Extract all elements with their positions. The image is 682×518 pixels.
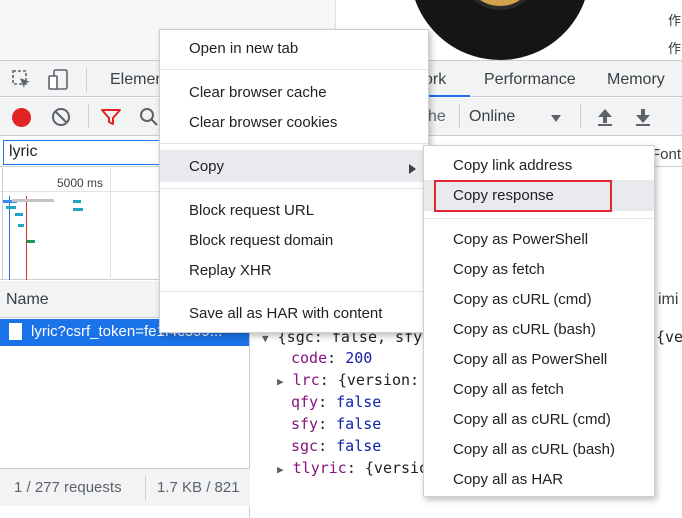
menu-separator (160, 188, 428, 189)
timeline-bar (6, 206, 16, 209)
expand-triangle-icon[interactable]: ▶ (277, 463, 284, 476)
preview-prop-qfy: qfy: false (291, 393, 382, 411)
preview-prop-sgc: sgc: false (291, 437, 382, 455)
column-header-name[interactable]: Name (6, 291, 49, 309)
record-button[interactable] (12, 108, 31, 127)
menu-item-block-url[interactable]: Block request URL (189, 202, 314, 219)
menu-item-copy-all-curl-bash[interactable]: Copy all as cURL (bash) (453, 441, 615, 458)
timeline-bar (15, 213, 23, 216)
status-size: 1.7 KB / 821 (157, 479, 240, 496)
timeline-gridline-2 (2, 168, 3, 280)
clear-icon[interactable] (51, 107, 71, 127)
menu-separator (424, 218, 654, 219)
menu-item-copy-as-curl-bash[interactable]: Copy as cURL (bash) (453, 321, 596, 338)
side-text-2: 作 (668, 41, 682, 56)
prop-value: {versio (364, 459, 429, 477)
preview-prop-sfy: sfy: false (291, 415, 382, 433)
tab-memory[interactable]: Memory (607, 71, 665, 89)
menu-item-copy-all-curl-cmd[interactable]: Copy all as cURL (cmd) (453, 411, 611, 428)
menu-item-copy-as-curl-cmd[interactable]: Copy as cURL (cmd) (453, 291, 592, 308)
tab-divider (86, 68, 87, 92)
submenu-arrow-icon (408, 161, 416, 174)
tab-elements[interactable]: Elemen (110, 71, 164, 89)
menu-item-save-har[interactable]: Save all as HAR with content (189, 305, 382, 322)
throttling-select[interactable]: Online (469, 108, 515, 126)
document-icon (9, 323, 22, 340)
toolbar-divider-3 (580, 104, 581, 128)
tab-performance[interactable]: Performance (484, 71, 576, 89)
menu-item-open-new-tab[interactable]: Open in new tab (189, 40, 298, 57)
prop-value: false (336, 415, 382, 433)
column-header-timing[interactable]: imi (658, 291, 678, 309)
import-har-icon[interactable] (595, 106, 615, 128)
menu-separator (160, 69, 428, 70)
prop-value: false (336, 437, 382, 455)
timeline-gridline (110, 168, 111, 280)
timeline-bar (18, 224, 24, 227)
expand-triangle-icon[interactable]: ▶ (277, 375, 284, 388)
filter-input[interactable]: lyric (3, 140, 163, 165)
prop-key: sfy (291, 415, 319, 433)
preview-prop-tlyric[interactable]: ▶ tlyric: {versio (277, 459, 428, 477)
prop-value: 200 (345, 349, 373, 367)
menu-item-clear-cookies[interactable]: Clear browser cookies (189, 114, 337, 131)
timeline-tick-label: 5000 ms (57, 176, 104, 190)
prop-key: tlyric (292, 459, 347, 477)
timeline-bar (73, 200, 81, 203)
disable-cache-label-fragment: he (428, 108, 446, 125)
prop-key: sgc (291, 437, 319, 455)
dropdown-arrow-icon[interactable] (550, 110, 562, 122)
preview-prop-lrc[interactable]: ▶ lrc: {version: (277, 371, 419, 389)
toolbar-divider (88, 104, 89, 128)
menu-item-copy-link-address[interactable]: Copy link address (453, 157, 572, 174)
prop-value: false (336, 393, 382, 411)
side-text-1: 作 (668, 13, 682, 28)
menu-item-copy-as-powershell[interactable]: Copy as PowerShell (453, 231, 588, 248)
device-toolbar-icon[interactable] (48, 69, 70, 91)
menu-separator (160, 143, 428, 144)
timeline-bar (12, 199, 54, 202)
prop-key: code (291, 349, 328, 367)
menu-item-clear-cache[interactable]: Clear browser cache (189, 84, 327, 101)
menu-separator (160, 291, 428, 292)
menu-item-copy-all-fetch[interactable]: Copy all as fetch (453, 381, 564, 398)
preview-prop-code: code: 200 (291, 349, 373, 367)
menu-item-copy-label: Copy (189, 158, 225, 175)
timeline-bar (73, 208, 83, 211)
filter-type-font[interactable]: Font (651, 146, 681, 163)
search-icon[interactable] (138, 106, 160, 128)
menu-item-block-domain[interactable]: Block request domain (189, 232, 333, 249)
status-requests: 1 / 277 requests (14, 479, 122, 496)
menu-item-copy-all-har[interactable]: Copy all as HAR (453, 471, 563, 488)
toolbar-divider-2 (459, 104, 460, 128)
prop-key: lrc (292, 371, 320, 389)
inspect-element-icon[interactable] (12, 70, 32, 90)
prop-key: qfy (291, 393, 319, 411)
menu-item-replay-xhr[interactable]: Replay XHR (189, 262, 272, 279)
export-har-icon[interactable] (633, 106, 653, 128)
load-event-line (26, 196, 27, 280)
menu-item-copy-as-fetch[interactable]: Copy as fetch (453, 261, 545, 278)
menu-item-copy-response-label: Copy response (453, 187, 554, 204)
expand-triangle-icon[interactable]: ▼ (262, 332, 269, 345)
menu-item-copy-all-powershell[interactable]: Copy all as PowerShell (453, 351, 607, 368)
preview-root-tail: {ve (656, 328, 682, 346)
status-divider (145, 476, 146, 500)
filter-icon[interactable] (100, 107, 122, 127)
prop-value: {version: (337, 371, 420, 389)
timeline-bar (27, 240, 35, 243)
